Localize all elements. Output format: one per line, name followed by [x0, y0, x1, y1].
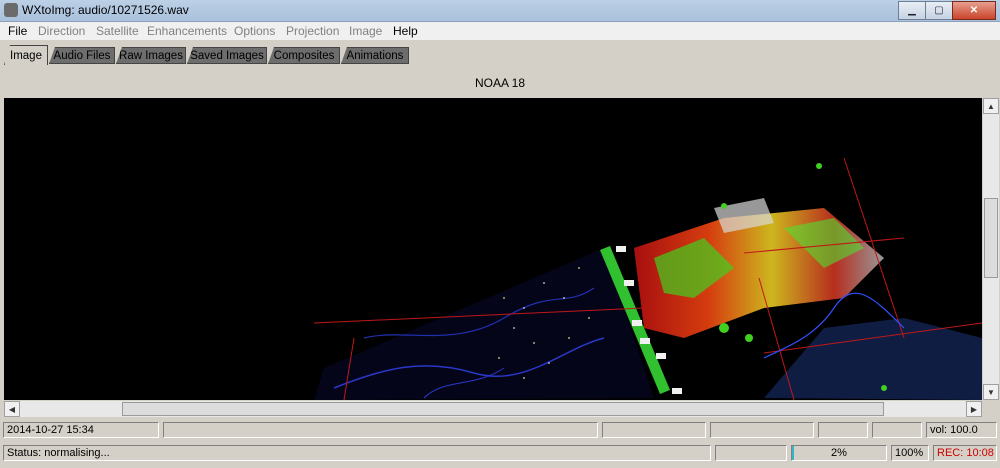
arrow-down-icon: ▼ [987, 387, 995, 397]
window-title: WXtoImg: audio/10271526.wav [22, 3, 189, 17]
title-bar: WXtoImg: audio/10271526.wav ▁ ▢ ✕ [0, 0, 1000, 22]
scroll-up-button[interactable]: ▲ [983, 98, 999, 114]
horizontal-scrollbar[interactable]: ◀ ▶ [4, 401, 982, 417]
status-field-6 [872, 422, 922, 438]
menu-help[interactable]: Help [393, 24, 418, 38]
satellite-image [313, 157, 982, 400]
progress-bar: 2% [791, 445, 887, 461]
close-icon: ✕ [969, 5, 979, 16]
status-field-blank [715, 445, 787, 461]
menu-bar: File Direction Satellite Enhancements Op… [0, 22, 1000, 40]
scroll-left-button[interactable]: ◀ [4, 401, 20, 417]
progress-label: 2% [831, 447, 847, 459]
menu-projection[interactable]: Projection [286, 24, 339, 38]
status-row-bottom: Status: normalising... 2% 100% REC: 10:0… [0, 443, 1000, 463]
vertical-scroll-thumb[interactable] [984, 198, 998, 278]
menu-file[interactable]: File [8, 24, 27, 38]
close-button[interactable]: ✕ [952, 1, 996, 20]
status-field-3 [602, 422, 706, 438]
status-field-4 [710, 422, 814, 438]
tab-audio-files[interactable]: Audio Files [49, 47, 115, 64]
arrow-left-icon: ◀ [8, 404, 16, 414]
progress-fill [792, 446, 794, 460]
minimize-button[interactable]: ▁ [898, 1, 926, 20]
zoom-field: 100% [891, 445, 929, 461]
maximize-button[interactable]: ▢ [925, 1, 953, 20]
menu-satellite[interactable]: Satellite [96, 24, 139, 38]
minimize-icon: ▁ [908, 5, 916, 16]
menu-direction[interactable]: Direction [38, 24, 85, 38]
horizontal-scroll-thumb[interactable] [122, 402, 884, 416]
status-message: Status: normalising... [3, 445, 711, 461]
vertical-scrollbar[interactable]: ▲ ▼ [983, 98, 999, 400]
scroll-down-button[interactable]: ▼ [983, 384, 999, 400]
maximize-icon: ▢ [934, 5, 944, 16]
image-viewport[interactable] [4, 98, 982, 400]
tab-animations[interactable]: Animations [341, 47, 409, 64]
record-timer: REC: 10:08 [933, 445, 997, 461]
menu-options[interactable]: Options [234, 24, 275, 38]
menu-enhancements[interactable]: Enhancements [147, 24, 227, 38]
satellite-name: NOAA 18 [474, 76, 526, 90]
volume-field: vol: 100.0 [926, 422, 997, 438]
image-header: NOAA 18 [0, 66, 1000, 98]
app-icon [4, 3, 18, 17]
datetime-field: 2014-10-27 15:34 [3, 422, 159, 438]
status-field-2 [163, 422, 598, 438]
tab-image[interactable]: Image [4, 45, 48, 65]
status-field-5 [818, 422, 868, 438]
tab-composites[interactable]: Composites [268, 47, 340, 64]
scroll-right-button[interactable]: ▶ [966, 401, 982, 417]
arrow-up-icon: ▲ [987, 101, 995, 111]
tab-raw-images[interactable]: Raw Images [116, 47, 186, 64]
menu-image[interactable]: Image [349, 24, 382, 38]
tab-saved-images[interactable]: Saved Images [187, 47, 267, 64]
window-controls: ▁ ▢ ✕ [898, 1, 996, 20]
arrow-right-icon: ▶ [970, 404, 978, 414]
status-row-top: 2014-10-27 15:34 vol: 100.0 [0, 420, 1000, 440]
tab-bar: Image Audio Files Raw Images Saved Image… [0, 42, 1000, 66]
